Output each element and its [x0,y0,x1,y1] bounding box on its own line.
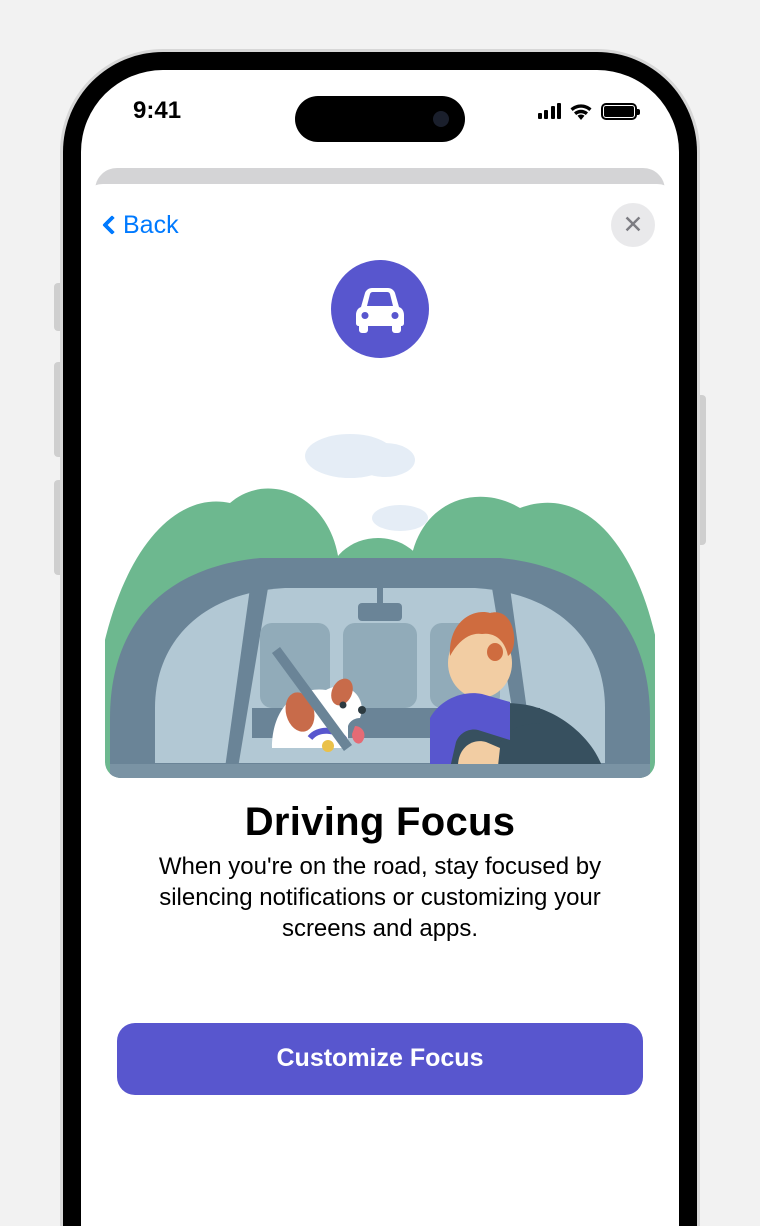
close-button[interactable]: ✕ [611,203,655,247]
page-description: When you're on the road, stay focused by… [123,851,637,945]
wifi-icon [569,102,593,120]
focus-mode-icon-badge [331,260,429,358]
phone-frame: 9:41 Ba [63,52,697,1226]
chevron-left-icon [102,215,122,235]
page-title: Driving Focus [105,800,655,845]
power-button [696,395,706,545]
battery-icon [601,103,637,120]
back-label: Back [123,211,179,240]
status-time: 9:41 [133,97,181,125]
modal-sheet: Back ✕ [81,184,679,1226]
car-icon [352,285,408,333]
screen: 9:41 Ba [81,70,679,1226]
primary-button-label: Customize Focus [277,1044,484,1073]
dynamic-island [295,96,465,142]
customize-focus-button[interactable]: Customize Focus [117,1023,643,1095]
back-button[interactable]: Back [105,211,179,240]
close-icon: ✕ [623,213,644,238]
driving-illustration [105,408,655,778]
cellular-signal-icon [538,103,562,119]
